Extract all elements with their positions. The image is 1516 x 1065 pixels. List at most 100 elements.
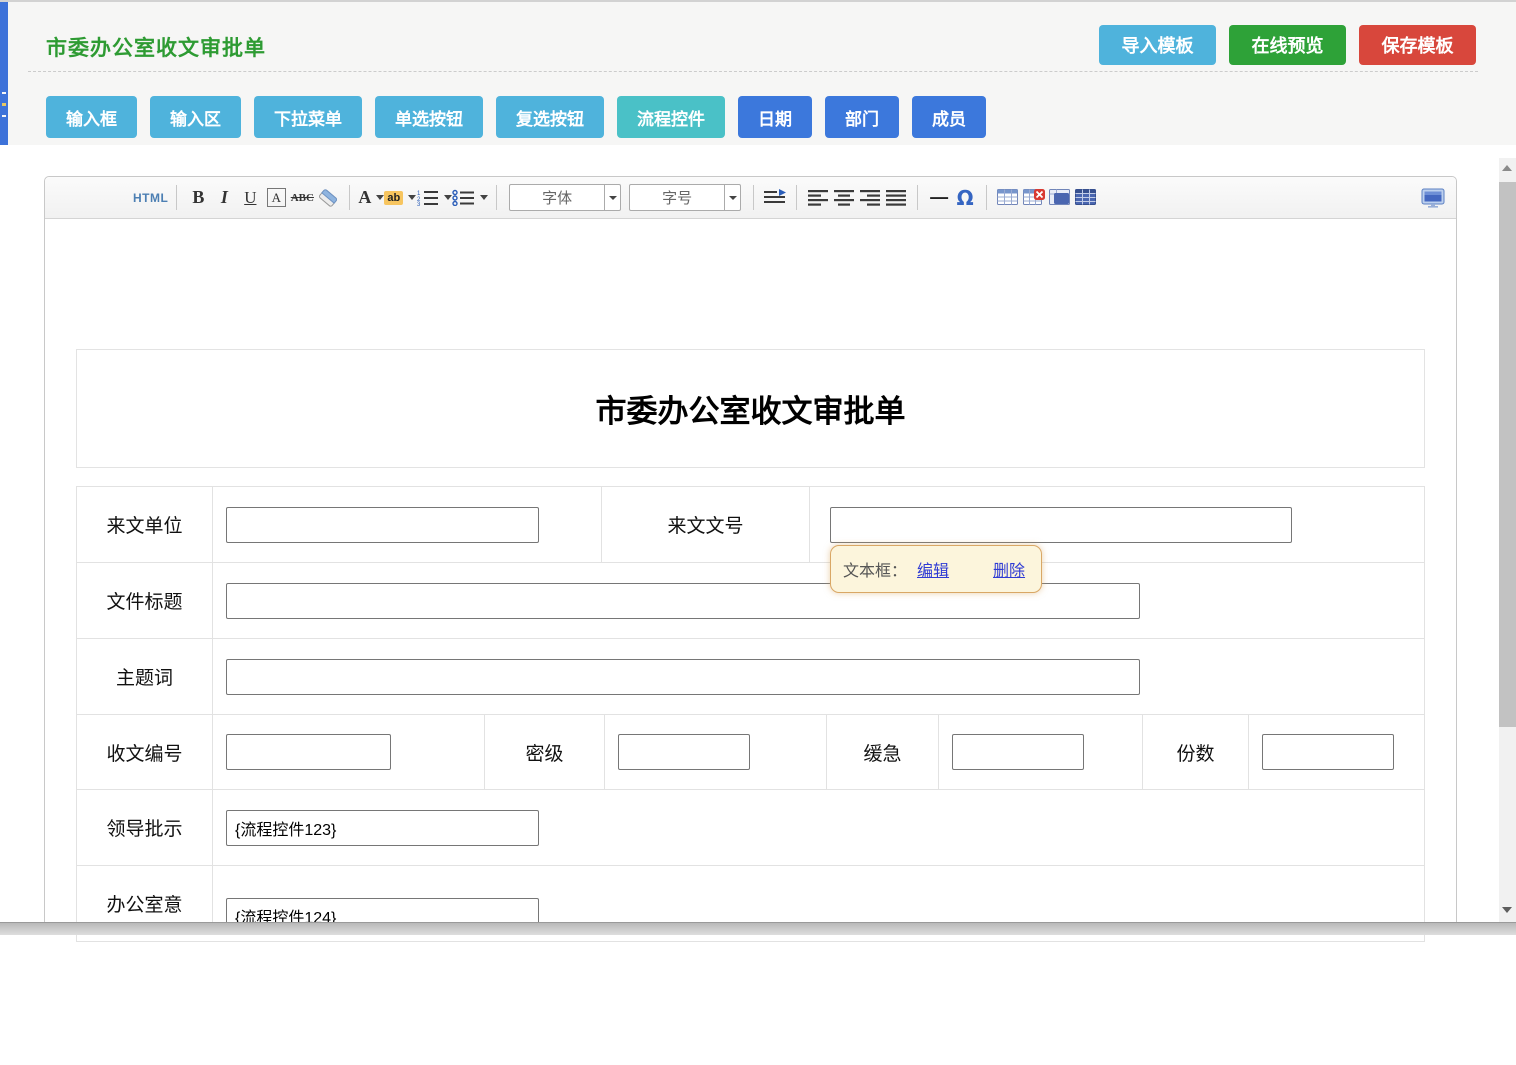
header-divider	[28, 71, 1478, 72]
table-cell	[1248, 715, 1424, 789]
align-left-button[interactable]	[805, 183, 831, 213]
align-right-icon	[860, 190, 881, 206]
document-title-label: 文件标题	[77, 563, 212, 638]
widget-date-button[interactable]: 日期	[738, 96, 812, 138]
toolbar-separator	[796, 185, 797, 210]
left-edge-strip	[0, 2, 8, 145]
table-row: 收文编号 密级 缓急 份数	[77, 714, 1424, 789]
source-unit-label: 来文单位	[77, 487, 212, 562]
scroll-up-arrow-icon[interactable]	[1502, 165, 1512, 171]
online-preview-button[interactable]: 在线预览	[1229, 25, 1346, 65]
widget-radio-button[interactable]: 单选按钮	[375, 96, 483, 138]
editor-canvas[interactable]: 市委办公室收文审批单 来文单位 来文文号 文件标题 主题词	[45, 349, 1456, 1065]
widget-flow-control-button[interactable]: 流程控件	[617, 96, 725, 138]
table-cell	[212, 715, 484, 789]
table-row: 来文单位 来文文号	[77, 487, 1424, 562]
chevron-down-icon	[729, 196, 737, 200]
table-cell	[938, 715, 1142, 789]
toolbar-separator	[349, 185, 350, 210]
underline-button[interactable]: U	[237, 183, 263, 213]
chevron-down-icon	[408, 195, 416, 200]
align-justify-button[interactable]	[883, 183, 909, 213]
scroll-down-arrow-icon[interactable]	[1502, 907, 1512, 913]
toolbar-separator	[986, 185, 987, 210]
table-grid-icon	[1075, 189, 1097, 206]
copies-input[interactable]	[1262, 734, 1394, 770]
strip-mark	[2, 92, 6, 94]
table-cell	[604, 715, 826, 789]
font-size-select[interactable]: 字号	[629, 184, 741, 211]
bullet-list-icon	[452, 189, 475, 206]
bold-button[interactable]: B	[185, 183, 211, 213]
vertical-scrollbar[interactable]	[1499, 158, 1516, 922]
table-cell	[212, 487, 601, 562]
format-style-button[interactable]: A	[263, 183, 289, 213]
widget-input-box-button[interactable]: 输入框	[46, 96, 137, 138]
indent-button[interactable]	[762, 183, 788, 213]
widget-checkbox-button[interactable]: 复选按钮	[496, 96, 604, 138]
table-delete-icon	[1023, 189, 1045, 206]
document-number-label: 来文文号	[601, 487, 809, 562]
delete-table-button[interactable]	[1021, 183, 1047, 213]
chevron-down-icon	[444, 195, 452, 200]
bullet-list-button[interactable]	[452, 183, 488, 213]
horizontal-rule-button[interactable]: —	[926, 183, 952, 213]
widget-department-button[interactable]: 部门	[825, 96, 899, 138]
select-arrow[interactable]	[724, 185, 740, 210]
widget-member-button[interactable]: 成员	[912, 96, 986, 138]
ordered-list-button[interactable]: 123	[416, 183, 452, 213]
widget-toolbar: 输入框 输入区 下拉菜单 单选按钮 复选按钮 流程控件 日期 部门 成员	[46, 96, 986, 138]
edit-link[interactable]: 编辑	[917, 557, 949, 581]
align-center-icon	[834, 190, 855, 206]
special-character-button[interactable]: Ω	[952, 183, 978, 213]
office-opinion-label: 办公室意	[77, 866, 212, 917]
font-color-button[interactable]: A	[358, 183, 384, 213]
source-unit-input[interactable]	[226, 507, 539, 543]
align-center-button[interactable]	[831, 183, 857, 213]
subject-words-input[interactable]	[226, 659, 1140, 695]
align-left-icon	[808, 190, 829, 206]
widget-dropdown-button[interactable]: 下拉菜单	[254, 96, 362, 138]
eraser-icon	[317, 189, 339, 207]
fullscreen-button[interactable]	[1420, 183, 1446, 213]
security-level-label: 密级	[484, 715, 604, 789]
table-row: 文件标题	[77, 562, 1424, 638]
control-tooltip: 文本框： 编辑 删除	[830, 545, 1042, 593]
leader-instructions-input[interactable]	[226, 810, 539, 846]
cell-properties-button[interactable]	[1047, 183, 1073, 213]
widget-textarea-button[interactable]: 输入区	[150, 96, 241, 138]
document-number-input[interactable]	[830, 507, 1292, 543]
urgency-label: 缓急	[826, 715, 938, 789]
receipt-number-label: 收文编号	[77, 715, 212, 789]
eraser-button[interactable]	[315, 183, 341, 213]
insert-table-button[interactable]	[995, 183, 1021, 213]
page-title: 市委办公室收文审批单	[46, 32, 266, 62]
table-cell-icon	[1049, 189, 1071, 206]
form-table: 来文单位 来文文号 文件标题 主题词	[76, 486, 1425, 942]
monitor-icon	[1421, 188, 1445, 208]
urgency-input[interactable]	[952, 734, 1084, 770]
security-level-input[interactable]	[618, 734, 750, 770]
tooltip-label: 文本框：	[843, 557, 907, 581]
source-code-button[interactable]: HTML	[133, 183, 168, 213]
document-title-block: 市委办公室收文审批单	[76, 349, 1425, 468]
strip-mark	[2, 103, 6, 106]
receipt-number-input[interactable]	[226, 734, 391, 770]
table-properties-button[interactable]	[1073, 183, 1099, 213]
editor-toolbar: HTML B I U A ABC A ab 123 字体	[45, 177, 1456, 219]
select-arrow[interactable]	[604, 185, 620, 210]
align-right-button[interactable]	[857, 183, 883, 213]
highlight-color-button[interactable]: ab	[384, 183, 416, 213]
strikethrough-button[interactable]: ABC	[289, 183, 315, 213]
window-bottom-bar	[0, 922, 1516, 935]
save-template-button[interactable]: 保存模板	[1359, 25, 1476, 65]
delete-link[interactable]: 删除	[993, 557, 1025, 581]
svg-text:3: 3	[417, 202, 421, 206]
copies-label: 份数	[1142, 715, 1248, 789]
subject-words-label: 主题词	[77, 639, 212, 714]
scrollbar-thumb[interactable]	[1499, 182, 1516, 727]
import-template-button[interactable]: 导入模板	[1099, 25, 1216, 65]
italic-button[interactable]: I	[211, 183, 237, 213]
table-icon	[997, 189, 1019, 206]
font-family-select[interactable]: 字体	[509, 184, 621, 211]
